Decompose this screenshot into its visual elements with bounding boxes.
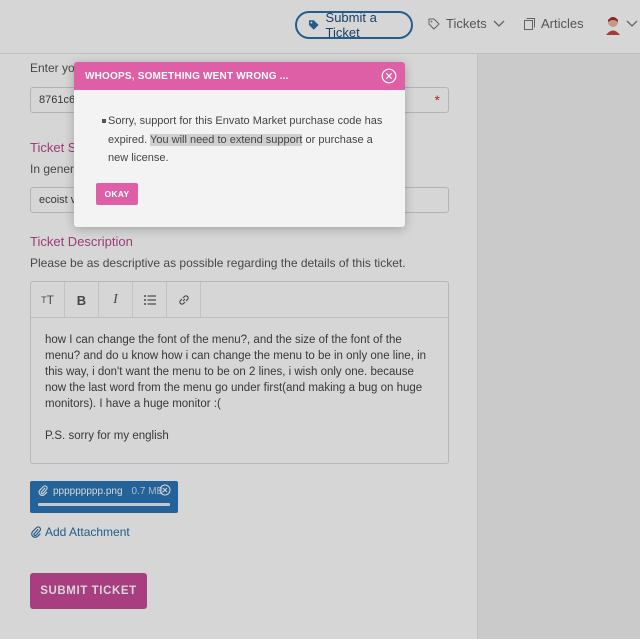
error-modal: WHOOPS, SOMETHING WENT WRONG ... Sorry, … <box>74 62 405 227</box>
modal-body: Sorry, support for this Envato Market pu… <box>74 90 405 168</box>
okay-button[interactable]: OKAY <box>96 183 138 205</box>
close-icon[interactable] <box>381 68 397 84</box>
modal-title: WHOOPS, SOMETHING WENT WRONG ... <box>85 70 289 82</box>
modal-message-highlight: You will need to extend support <box>150 133 303 146</box>
modal-header: WHOOPS, SOMETHING WENT WRONG ... <box>74 62 405 90</box>
modal-message: Sorry, support for this Envato Market pu… <box>108 112 385 168</box>
bullet-marker <box>102 119 106 123</box>
